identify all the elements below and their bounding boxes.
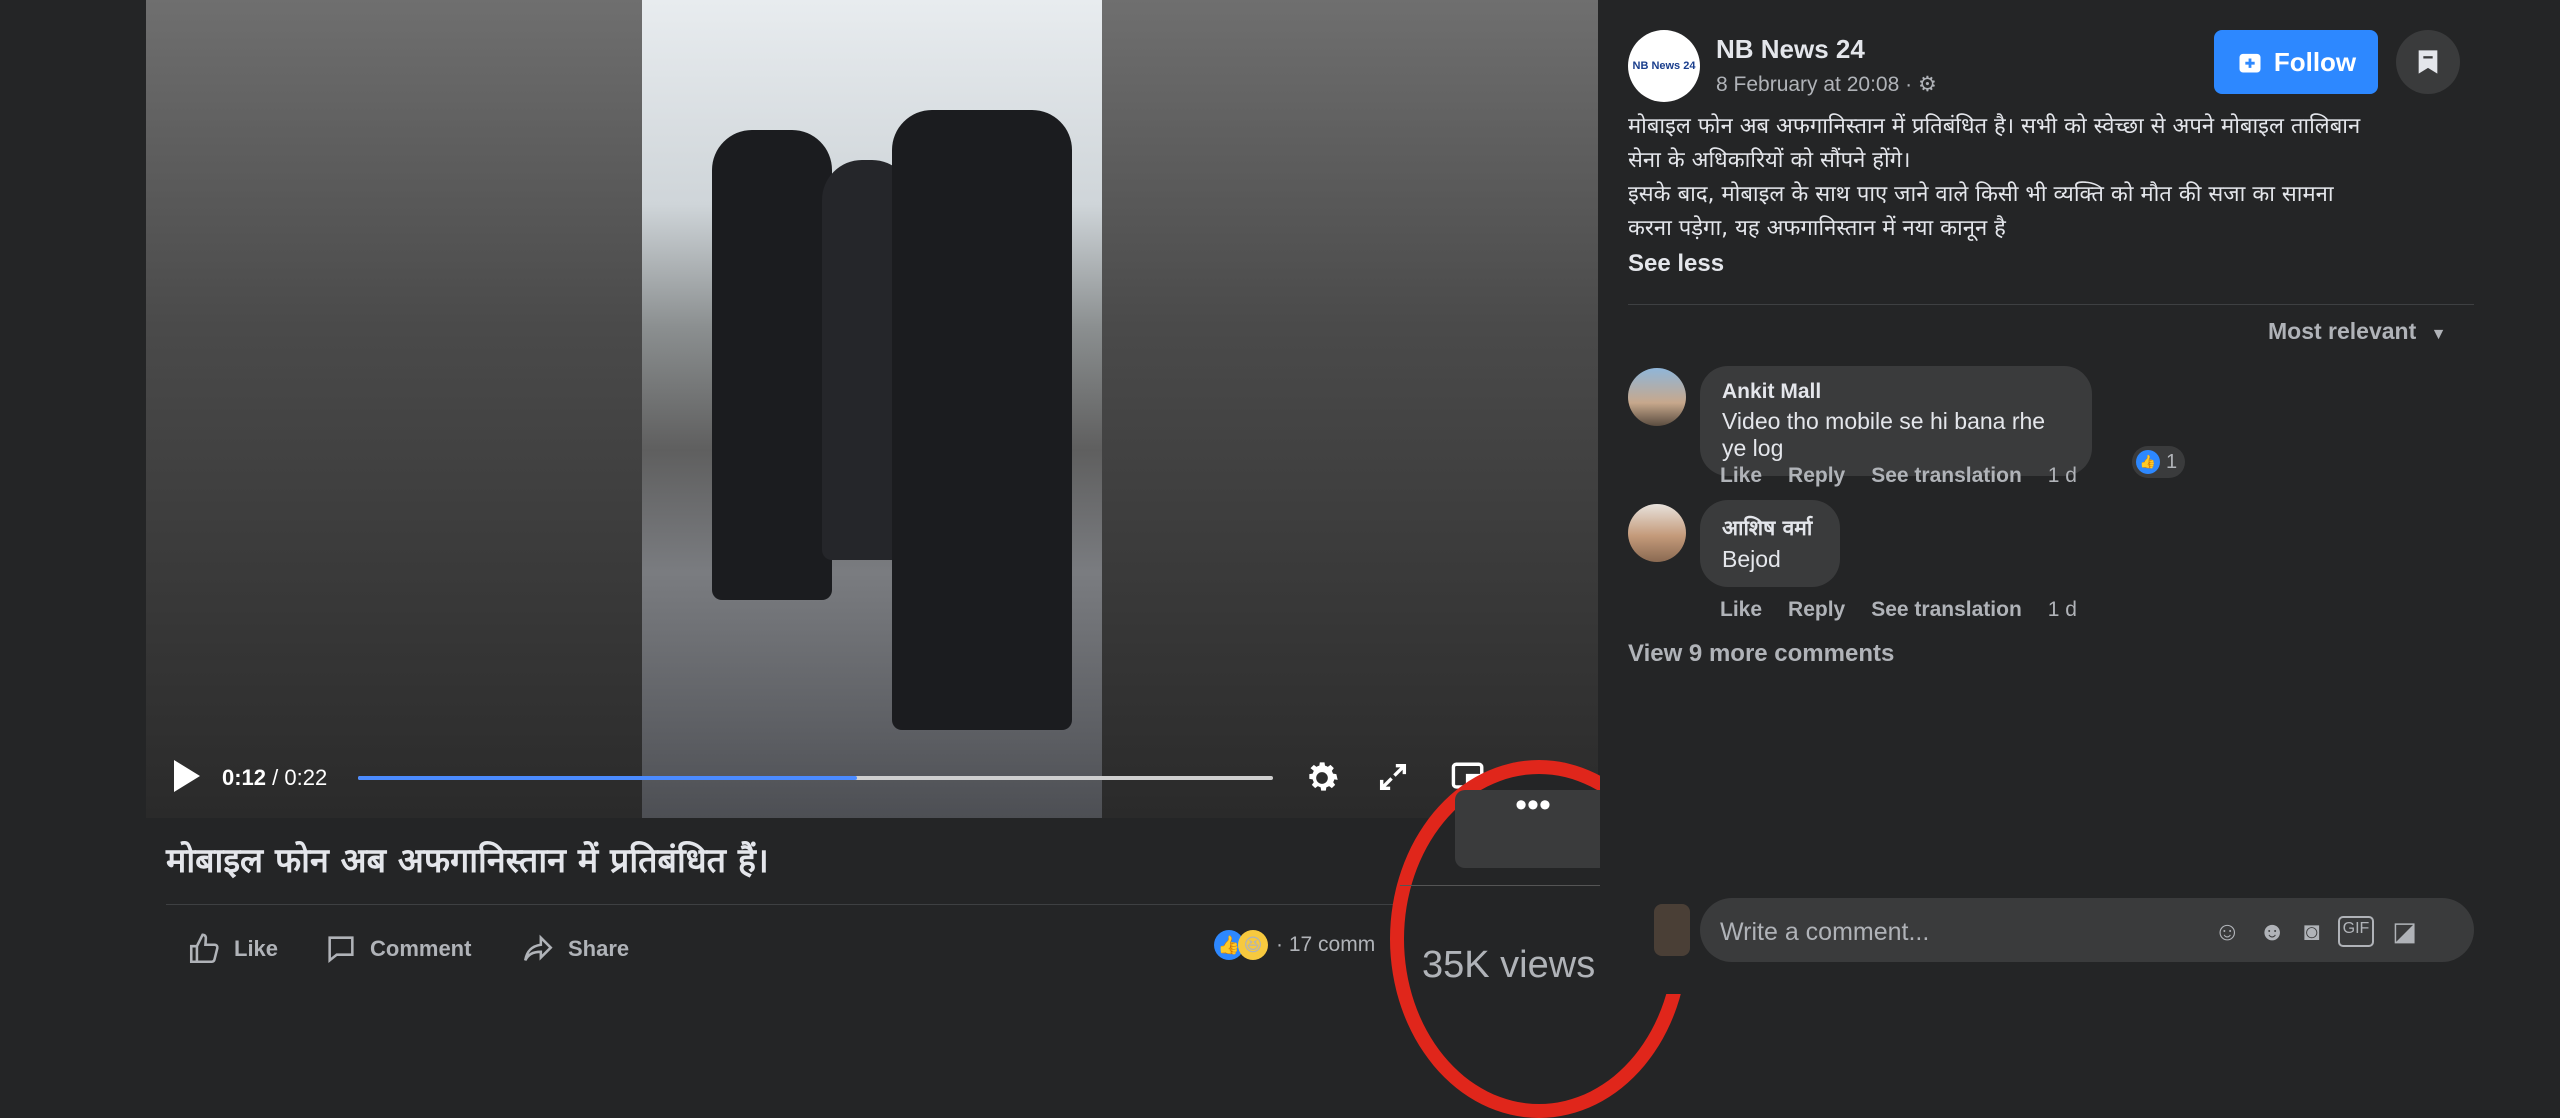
avatar[interactable] [1654,904,1690,956]
page-name[interactable]: NB News 24 [1716,34,1865,65]
duration: 0:22 [284,765,328,790]
comment-button[interactable]: Comment [324,932,471,966]
post-text-line: करना पड़ेगा, यह अफगानिस्तान में नया कानू… [1628,216,2006,241]
comment-bubble: Ankit Mall Video tho mobile se hi bana r… [1700,366,2092,476]
video-title: मोबाइल फोन अब अफगानिस्तान में प्रतिबंधित… [166,841,769,881]
post-text-line: मोबाइल फोन अब अफगानिस्तान में प्रतिबंधित… [1628,114,2361,139]
sort-label: Most relevant [2268,318,2417,344]
comment-input-tools: ☺ ☻ ◙ GIF ◪ [2214,916,2417,947]
comment-label: Comment [370,936,472,961]
divider [1628,304,2474,305]
comment-like-link[interactable]: Like [1720,464,1762,488]
current-time: 0:12 [222,765,267,790]
video-player[interactable] [146,0,1598,818]
progress-bar[interactable] [358,776,1273,780]
gif-icon[interactable]: GIF [2337,916,2375,947]
post-text: मोबाइल फोन अब अफगानिस्तान में प्रतिबंधित… [1628,110,2478,246]
post-text-line: सेना के अधिकारियों को सौंपने होंगे। [1628,148,1911,173]
see-translation-link[interactable]: See translation [1871,464,2022,488]
video-blur-left [146,0,642,818]
comment-actions: Like Reply See translation 1 d [1720,464,2077,488]
video-frame[interactable] [642,0,1102,818]
post-timestamp[interactable]: 8 February at 20:08 · ⚙ [1716,72,1937,97]
time-separator: / [272,765,279,790]
figure-left [712,130,832,600]
comment-author[interactable]: Ankit Mall [1722,380,2070,404]
settings-icon[interactable] [1302,758,1342,807]
play-icon[interactable] [170,758,202,803]
view-count: 35K views [1422,944,1596,986]
comment-reply-link[interactable]: Reply [1788,464,1845,488]
share-label: Share [568,936,630,961]
sort-chevron-icon: ▼ [2430,326,2447,343]
divider [1400,885,1610,886]
sticker-icon[interactable]: ◪ [2392,916,2417,947]
follow-icon [2239,53,2261,73]
fullscreen-icon[interactable] [1376,760,1410,803]
time-display: 0:12 / 0:22 [222,765,327,791]
timestamp-text: 8 February at 20:08 · [1716,73,1913,96]
view-more-comments-link[interactable]: View 9 more comments [1628,640,1894,668]
comment-like-link[interactable]: Like [1720,598,1762,622]
see-translation-link[interactable]: See translation [1871,598,2022,622]
like-reaction-icon: 👍 [2136,450,2160,474]
comment-icon [328,936,354,963]
comment-bubble: आशिष वर्मा Bejod [1700,500,1840,587]
like-button[interactable]: Like [186,932,278,966]
comment-text: Video tho mobile se hi bana rhe ye log [1722,408,2046,461]
progress-fill [358,776,858,780]
figure-right [892,110,1072,730]
comment-sort[interactable]: Most relevant ▼ [2268,318,2447,345]
more-options-button[interactable]: ••• [1455,788,1611,868]
avatar-sticker-icon[interactable]: ☺ [2214,916,2241,947]
comment-time[interactable]: 1 d [2048,464,2077,488]
like-icon [189,933,219,964]
avatar[interactable] [1628,504,1686,562]
post-text-line: इसके बाद, मोबाइल के साथ पाए जाने वाले कि… [1628,182,2334,207]
comment-actions: Like Reply See translation 1 d [1720,598,2077,622]
camera-icon[interactable]: ◙ [2304,916,2320,947]
bookmark-icon [2418,50,2438,74]
share-button[interactable]: Share [520,932,629,966]
comment-time[interactable]: 1 d [2048,598,2077,622]
like-label: Like [234,936,279,961]
save-button[interactable] [2396,30,2460,94]
page-avatar[interactable]: NB News 24 [1628,30,1700,102]
reaction-summary[interactable]: 👍 😆 · 17 comm [1214,930,1375,960]
reaction-count: 1 [2166,450,2178,473]
page-avatar-logo: NB News 24 [1632,60,1696,72]
avatar[interactable] [1628,368,1686,426]
video-blur-right [1102,0,1598,818]
comment-author[interactable]: आशिष वर्मा [1722,514,1818,542]
comment-reaction-badge[interactable]: 👍 1 [2132,446,2186,478]
gear-icon: ⚙ [1917,73,1937,96]
comment-reply-link[interactable]: Reply [1788,598,1845,622]
comment-text: Bejod [1722,546,1781,572]
haha-reaction-icon: 😆 [1238,930,1268,960]
share-icon [523,934,553,961]
comment-input-placeholder: Write a comment... [1720,918,1930,946]
follow-button[interactable]: Follow [2214,30,2378,94]
comments-count[interactable]: · 17 comm [1276,933,1375,957]
emoji-icon[interactable]: ☻ [2259,916,2286,947]
see-less-link[interactable]: See less [1628,250,1724,278]
follow-label: Follow [2273,46,2357,77]
